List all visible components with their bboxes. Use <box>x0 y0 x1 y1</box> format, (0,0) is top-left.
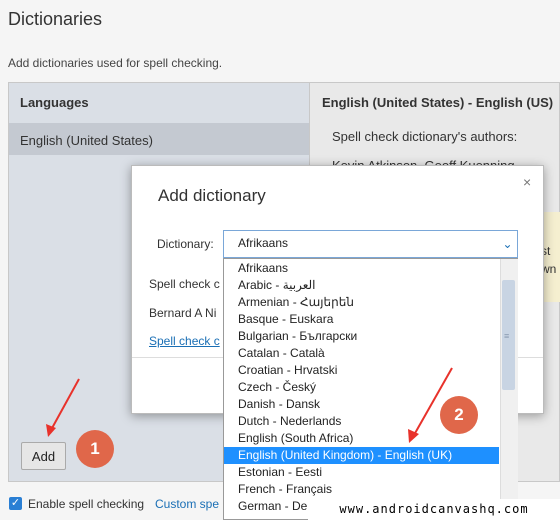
step-badge-1: 1 <box>76 430 114 468</box>
arrow-1-head <box>46 424 56 437</box>
step-badge-2: 2 <box>440 396 478 434</box>
arrow-1-shaft <box>50 378 80 431</box>
watermark: www.androidcanvashq.com <box>308 499 560 520</box>
